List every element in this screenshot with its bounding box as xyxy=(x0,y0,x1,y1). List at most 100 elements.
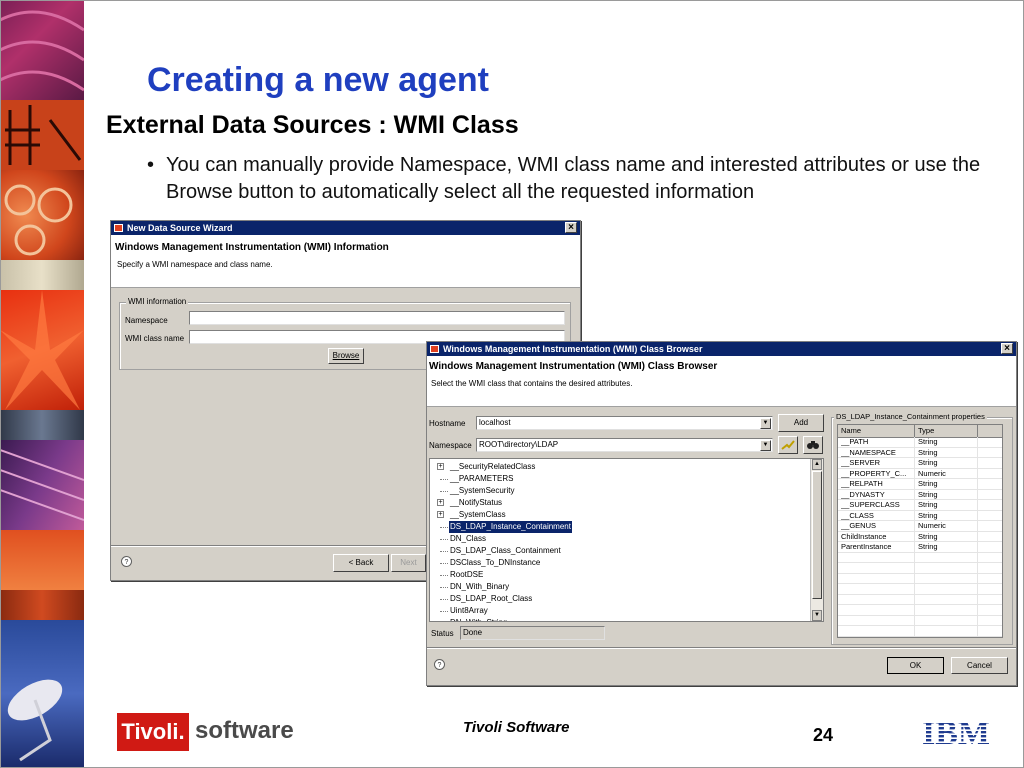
chevron-down-icon[interactable]: ▼ xyxy=(812,610,822,621)
tree-item[interactable]: DS_LDAP_Class_Containment xyxy=(430,545,810,557)
table-row xyxy=(838,563,1002,574)
decor-tile xyxy=(0,170,84,260)
tree-connector xyxy=(440,563,448,564)
decor-tile xyxy=(0,260,84,290)
page-number: 24 xyxy=(813,725,834,745)
tree-item[interactable]: DS_LDAP_Root_Class xyxy=(430,593,810,605)
namespace-input[interactable] xyxy=(189,311,565,325)
namespace-dropdown[interactable]: ROOT\directory\LDAP ▼ xyxy=(476,438,773,452)
slide-title: Creating a new agent xyxy=(147,61,489,99)
scrollbar-thumb[interactable] xyxy=(812,471,822,599)
property-name-cell: ParentInstance xyxy=(841,542,892,551)
tree-item-label: DN_Class xyxy=(450,534,487,543)
app-icon xyxy=(430,345,439,353)
column-divider xyxy=(914,626,915,636)
bullet-item: • You can manually provide Namespace, WM… xyxy=(147,152,1007,206)
expand-icon[interactable]: + xyxy=(437,499,444,506)
back-button[interactable]: < Back xyxy=(333,554,389,572)
tree-connector xyxy=(440,491,448,492)
column-header-type[interactable]: Type xyxy=(918,425,934,437)
table-row[interactable]: __SUPERCLASS String xyxy=(838,500,1002,511)
column-divider xyxy=(977,489,978,499)
column-divider xyxy=(914,552,915,562)
browse-button[interactable]: Browse xyxy=(328,348,364,364)
decor-tile xyxy=(0,590,84,620)
property-name-cell: __CLASS xyxy=(841,510,874,520)
tree-item[interactable]: __SystemSecurity xyxy=(430,485,810,497)
chevron-down-icon[interactable]: ▼ xyxy=(760,440,771,451)
column-divider xyxy=(977,626,978,636)
wmi-class-tree[interactable]: + __SecurityRelatedClass __PARAMETERS __Sys… xyxy=(429,458,824,622)
connect-button[interactable] xyxy=(778,436,798,454)
tree-item[interactable]: + __NotifyStatus xyxy=(430,497,810,509)
column-divider xyxy=(977,605,978,615)
tree-item-label: __NotifyStatus xyxy=(450,498,503,507)
help-icon[interactable]: ? xyxy=(121,556,132,567)
tree-item[interactable]: Uint8Array xyxy=(430,605,810,617)
table-row[interactable]: __SERVER String xyxy=(838,458,1002,469)
tree-item[interactable]: DS_LDAP_Instance_Containment xyxy=(430,521,810,533)
tree-item[interactable]: DN_With_Binary xyxy=(430,581,810,593)
decor-tile xyxy=(0,290,84,410)
tivoli-software-wordmark: software xyxy=(195,717,294,744)
tree-item[interactable]: __PARAMETERS xyxy=(430,473,810,485)
table-row[interactable]: __NAMESPACE String xyxy=(838,447,1002,458)
find-button[interactable] xyxy=(803,436,823,454)
column-divider xyxy=(977,584,978,594)
tree-item[interactable]: DN_With_String xyxy=(430,617,810,621)
tree-item-label: DSClass_To_DNInstance xyxy=(450,558,541,567)
close-icon[interactable]: × xyxy=(1001,343,1013,354)
tree-item-label: DS_LDAP_Instance_Containment xyxy=(449,521,572,533)
expand-icon[interactable]: + xyxy=(437,511,444,518)
slide-subtitle: External Data Sources : WMI Class xyxy=(106,111,519,139)
column-divider xyxy=(977,425,978,437)
column-divider xyxy=(914,447,915,457)
property-name-cell: __RELPATH xyxy=(841,479,883,488)
table-row[interactable]: __DYNASTY String xyxy=(838,489,1002,500)
column-divider xyxy=(914,425,915,437)
property-type-cell: String xyxy=(918,447,938,457)
tree-item[interactable]: + __SecurityRelatedClass xyxy=(430,461,810,473)
tree-item-label: __SecurityRelatedClass xyxy=(450,462,536,471)
table-row[interactable]: ChildInstance String xyxy=(838,531,1002,542)
table-row xyxy=(838,626,1002,637)
star-burst-icon xyxy=(0,290,84,410)
add-button[interactable]: Add xyxy=(778,414,824,432)
table-row[interactable]: ParentInstance String xyxy=(838,542,1002,553)
table-row[interactable]: __PATH String xyxy=(838,437,1002,448)
footer-center-text: Tivoli Software xyxy=(463,719,570,736)
tree-item[interactable]: RootDSE xyxy=(430,569,810,581)
hostname-dropdown[interactable]: localhost ▼ xyxy=(476,416,773,430)
chevron-up-icon[interactable]: ▲ xyxy=(812,459,822,470)
table-row[interactable]: __CLASS String xyxy=(838,510,1002,521)
tree-connector xyxy=(440,587,448,588)
wizard-titlebar[interactable]: New Data Source Wizard × xyxy=(111,221,580,235)
table-row[interactable]: __GENUS Numeric xyxy=(838,521,1002,532)
chevron-down-icon[interactable]: ▼ xyxy=(760,418,771,429)
browser-titlebar[interactable]: Windows Management Instrumentation (WMI)… xyxy=(427,342,1016,356)
column-divider xyxy=(977,531,978,541)
properties-table[interactable]: Name Type __PATH String __NAMESPACE String _… xyxy=(837,424,1003,638)
property-name-cell: __NAMESPACE xyxy=(841,447,896,457)
property-name-cell: __DYNASTY xyxy=(841,489,885,499)
bullet-marker: • xyxy=(147,154,155,176)
tree-scrollbar[interactable]: ▲ ▼ xyxy=(810,459,823,621)
table-row[interactable]: __RELPATH String xyxy=(838,479,1002,490)
namespace-label: Namespace xyxy=(125,316,168,325)
tree-item[interactable]: + __SystemClass xyxy=(430,509,810,521)
tree-item[interactable]: DSClass_To_DNInstance xyxy=(430,557,810,569)
close-icon[interactable]: × xyxy=(565,222,577,233)
help-icon[interactable]: ? xyxy=(434,659,445,670)
next-button[interactable]: Next xyxy=(391,554,426,572)
hostname-value: localhost xyxy=(479,418,511,427)
table-row[interactable]: __PROPERTY_C... Numeric xyxy=(838,468,1002,479)
expand-icon[interactable]: + xyxy=(437,463,444,470)
property-name-cell: __SERVER xyxy=(841,458,881,467)
ok-button[interactable]: OK xyxy=(887,657,944,674)
tree-connector xyxy=(440,551,448,552)
cancel-button[interactable]: Cancel xyxy=(951,657,1008,674)
tree-item-label: RootDSE xyxy=(450,570,484,579)
column-divider xyxy=(977,615,978,625)
column-header-name[interactable]: Name xyxy=(841,425,861,437)
tree-item[interactable]: DN_Class xyxy=(430,533,810,545)
